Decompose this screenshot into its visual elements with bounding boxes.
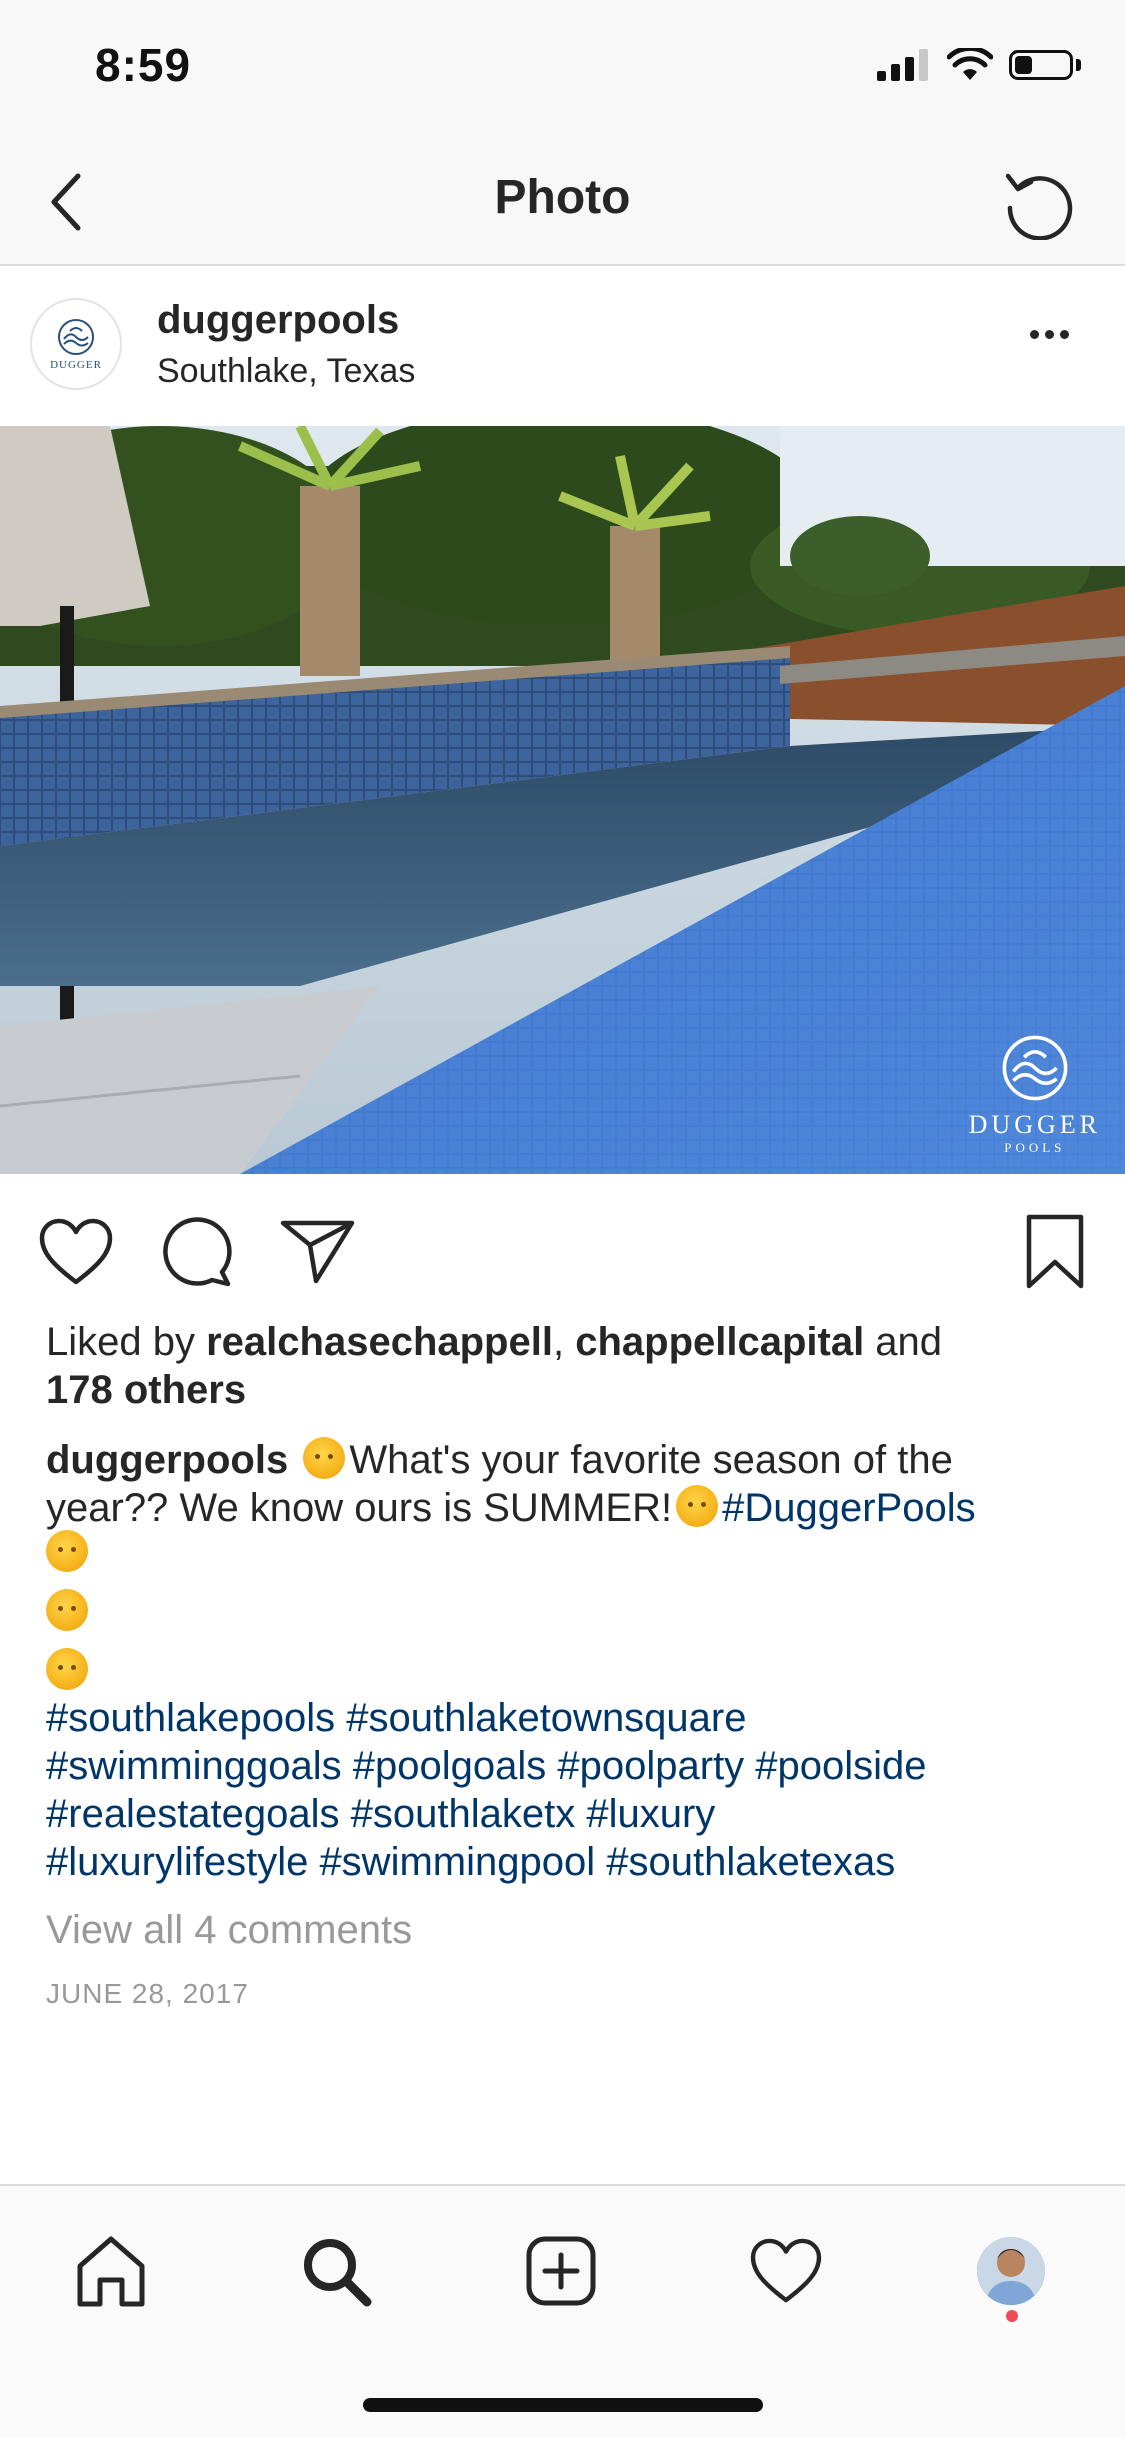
post-actions xyxy=(0,1200,1125,1300)
refresh-button[interactable] xyxy=(996,160,1080,244)
like-button[interactable] xyxy=(36,1214,116,1290)
dugger-logo-icon xyxy=(1002,1035,1068,1101)
more-options-button[interactable] xyxy=(1030,330,1069,339)
post-username[interactable]: duggerpools xyxy=(157,298,399,343)
tab-add[interactable] xyxy=(516,2226,606,2316)
search-icon xyxy=(304,2239,372,2307)
home-icon xyxy=(77,2236,145,2307)
liked-and: and xyxy=(864,1320,943,1364)
more-icon-dot xyxy=(1060,330,1069,339)
post-photo[interactable]: DUGGER POOLS xyxy=(0,426,1125,1174)
watermark-sub: POOLS xyxy=(1004,1140,1066,1155)
liked-by-prefix: Liked by xyxy=(46,1320,207,1364)
hashtag-line[interactable]: #southlakepools #southlaketownsquare xyxy=(46,1694,1086,1742)
bookmark-icon xyxy=(1026,1214,1084,1289)
sun-emoji-icon xyxy=(46,1530,88,1572)
caption: duggerpools What's your favorite season … xyxy=(46,1436,1086,1532)
emoji-column xyxy=(46,1530,88,1707)
tab-home[interactable] xyxy=(66,2226,156,2316)
hashtag-block: #southlakepools #southlaketownsquare #sw… xyxy=(46,1694,1086,1886)
wifi-icon xyxy=(947,48,993,80)
comment-icon xyxy=(163,1217,232,1287)
home-indicator xyxy=(363,2398,763,2412)
dugger-logo-icon xyxy=(58,319,94,355)
avatar xyxy=(977,2237,1045,2305)
photo-watermark: DUGGER POOLS xyxy=(969,1032,1101,1156)
sun-emoji-icon xyxy=(303,1437,346,1479)
sun-emoji-icon xyxy=(46,1648,88,1690)
profile-photo xyxy=(977,2237,1045,2305)
liked-user-link[interactable]: chappellcapital xyxy=(575,1320,864,1364)
watermark-text: DUGGER xyxy=(968,1110,1101,1139)
send-icon xyxy=(280,1220,355,1284)
tab-search[interactable] xyxy=(291,2226,381,2316)
share-button[interactable] xyxy=(276,1214,360,1290)
pool-photo-image xyxy=(0,426,1125,1174)
post-location[interactable]: Southlake, Texas xyxy=(157,352,415,391)
navigation-bar: Photo xyxy=(0,140,1125,266)
avatar-logo-text: DUGGER xyxy=(50,359,102,371)
signal-icon xyxy=(877,49,928,81)
post-date: JUNE 28, 2017 xyxy=(46,1978,249,2009)
more-icon-dot xyxy=(1045,330,1054,339)
tab-profile[interactable] xyxy=(966,2226,1056,2316)
liked-user-link[interactable]: realchasechappell xyxy=(206,1320,553,1364)
sun-emoji-icon xyxy=(46,1589,88,1631)
status-icons xyxy=(877,48,1081,82)
refresh-icon xyxy=(1005,173,1073,240)
hashtag-link[interactable]: #DuggerPools xyxy=(722,1486,976,1530)
heart-icon xyxy=(750,2238,822,2303)
comment-button[interactable] xyxy=(158,1214,238,1290)
liked-separator: , xyxy=(552,1320,576,1364)
sun-emoji-icon xyxy=(676,1485,719,1527)
liked-others-link[interactable]: 178 others xyxy=(46,1368,246,1412)
heart-icon xyxy=(39,1218,113,1285)
caption-username[interactable]: duggerpools xyxy=(46,1438,288,1482)
battery-icon xyxy=(1009,50,1081,80)
more-icon xyxy=(1030,330,1039,339)
view-comments-link[interactable]: View all 4 comments xyxy=(46,1906,1086,1954)
hashtag-line[interactable]: #luxurylifestyle #swimmingpool #southlak… xyxy=(46,1838,1086,1886)
tab-activity[interactable] xyxy=(741,2226,831,2316)
page-title: Photo xyxy=(494,171,631,224)
hashtag-line[interactable]: #swimminggoals #poolgoals #poolparty #po… xyxy=(46,1742,1086,1790)
save-button[interactable] xyxy=(1020,1210,1090,1294)
avatar[interactable]: DUGGER xyxy=(30,298,122,390)
add-icon xyxy=(526,2236,596,2306)
status-time: 8:59 xyxy=(95,39,192,91)
likes-summary: Liked by realchasechappell, chappellcapi… xyxy=(46,1318,1086,1414)
notification-dot xyxy=(1006,2310,1018,2322)
hashtag-line[interactable]: #realestategoals #southlaketx #luxury xyxy=(46,1790,1086,1838)
